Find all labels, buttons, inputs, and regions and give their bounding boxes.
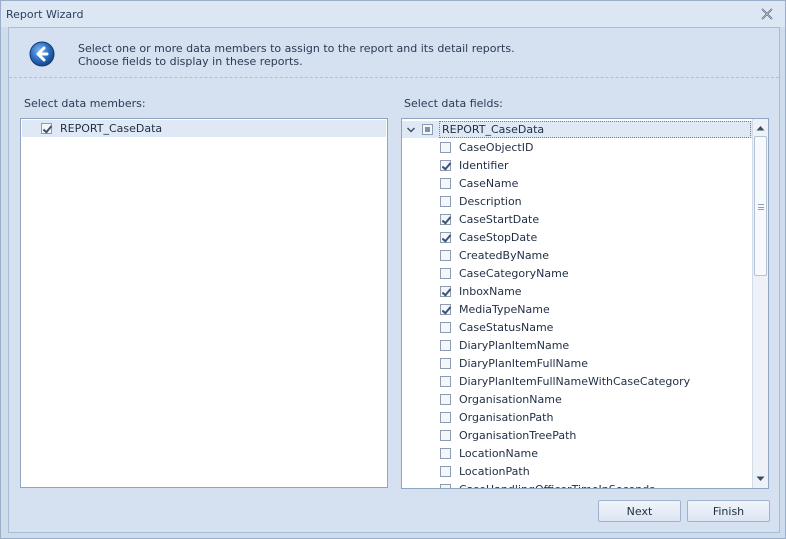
field-name: DiaryPlanItemFullNameWithCaseCategory xyxy=(459,375,691,388)
list-item[interactable]: CaseStopDate xyxy=(402,228,752,246)
wizard-content: Select one or more data members to assig… xyxy=(8,27,780,533)
field-checkbox[interactable] xyxy=(440,142,451,153)
chevron-down-icon[interactable] xyxy=(406,125,416,135)
list-item[interactable]: CaseObjectID xyxy=(402,138,752,156)
field-checkbox[interactable] xyxy=(440,394,451,405)
finish-button[interactable]: Finish xyxy=(687,500,770,522)
field-name: DiaryPlanItemName xyxy=(459,339,570,352)
field-checkbox[interactable] xyxy=(440,322,451,333)
list-item[interactable]: OrganisationPath xyxy=(402,408,752,426)
field-name: CaseCategoryName xyxy=(459,267,569,280)
list-item[interactable]: CreatedByName xyxy=(402,246,752,264)
list-item[interactable]: CaseCategoryName xyxy=(402,264,752,282)
field-checkbox[interactable] xyxy=(440,304,451,315)
field-checkbox[interactable] xyxy=(440,466,451,477)
field-checkbox[interactable] xyxy=(440,430,451,441)
field-checkbox[interactable] xyxy=(440,448,451,459)
fields-tree[interactable]: REPORT_CaseData CaseObjectID Identifier Ca… xyxy=(401,118,769,489)
field-name: CaseStartDate xyxy=(459,213,540,226)
header-line-1: Select one or more data members to assig… xyxy=(78,42,515,55)
member-name: REPORT_CaseData xyxy=(60,122,163,135)
list-item[interactable]: CaseStartDate xyxy=(402,210,752,228)
window-title: Report Wizard xyxy=(6,8,84,21)
field-name: Description xyxy=(459,195,522,208)
scrollbar-thumb[interactable] xyxy=(754,136,767,276)
field-name: CaseStatusName xyxy=(459,321,554,334)
scroll-down-icon[interactable] xyxy=(753,471,768,487)
field-checkbox[interactable] xyxy=(440,412,451,423)
list-item[interactable]: LocationName xyxy=(402,444,752,462)
wizard-header: Select one or more data members to assig… xyxy=(9,28,779,78)
field-name: OrganisationTreePath xyxy=(459,429,577,442)
field-checkbox[interactable] xyxy=(440,286,451,297)
field-checkbox[interactable] xyxy=(440,196,451,207)
field-name: LocationName xyxy=(459,447,538,460)
field-checkbox[interactable] xyxy=(440,178,451,189)
fields-tree-viewport: REPORT_CaseData CaseObjectID Identifier Ca… xyxy=(402,119,752,488)
list-item[interactable]: MediaTypeName xyxy=(402,300,752,318)
back-arrow-icon[interactable] xyxy=(29,41,55,67)
root-checkbox[interactable] xyxy=(422,124,433,135)
list-item[interactable]: OrganisationTreePath xyxy=(402,426,752,444)
field-name: OrganisationName xyxy=(459,393,562,406)
list-item[interactable]: CaseHandlingOfficerTimeInSeconds xyxy=(402,480,752,488)
field-checkbox[interactable] xyxy=(440,232,451,243)
title-bar: Report Wizard xyxy=(1,1,785,27)
list-item[interactable]: REPORT_CaseData xyxy=(22,120,386,137)
field-checkbox[interactable] xyxy=(440,268,451,279)
members-label: Select data members: xyxy=(24,97,146,110)
field-name: InboxName xyxy=(459,285,522,298)
field-name: Identifier xyxy=(459,159,509,172)
field-name: CaseObjectID xyxy=(459,141,534,154)
members-list[interactable]: REPORT_CaseData xyxy=(20,118,388,488)
grip-icon xyxy=(758,204,764,210)
member-checkbox[interactable] xyxy=(41,123,52,134)
field-checkbox[interactable] xyxy=(440,340,451,351)
field-name: OrganisationPath xyxy=(459,411,554,424)
fields-scrollbar[interactable] xyxy=(752,119,768,488)
root-name: REPORT_CaseData xyxy=(442,123,545,136)
header-instructions: Select one or more data members to assig… xyxy=(78,42,515,68)
list-item[interactable]: Description xyxy=(402,192,752,210)
list-item[interactable]: CaseName xyxy=(402,174,752,192)
field-name: LocationPath xyxy=(459,465,530,478)
fields-label: Select data fields: xyxy=(404,97,503,110)
list-item[interactable]: OrganisationName xyxy=(402,390,752,408)
field-name: DiaryPlanItemFullName xyxy=(459,357,589,370)
close-icon[interactable] xyxy=(759,7,775,21)
field-name: CaseName xyxy=(459,177,519,190)
field-checkbox[interactable] xyxy=(440,484,451,488)
next-button[interactable]: Next xyxy=(598,500,681,522)
field-checkbox[interactable] xyxy=(440,376,451,387)
list-item[interactable]: Identifier xyxy=(402,156,752,174)
header-line-2: Choose fields to display in these report… xyxy=(78,55,303,68)
list-item[interactable]: DiaryPlanItemFullNameWithCaseCategory xyxy=(402,372,752,390)
scroll-up-icon[interactable] xyxy=(753,120,768,136)
field-checkbox[interactable] xyxy=(440,214,451,225)
field-name: CaseStopDate xyxy=(459,231,538,244)
list-item[interactable]: InboxName xyxy=(402,282,752,300)
report-wizard-window: Report Wizard Select one or more data me… xyxy=(0,0,786,539)
field-name: CreatedByName xyxy=(459,249,550,262)
list-item[interactable]: LocationPath xyxy=(402,462,752,480)
field-name: MediaTypeName xyxy=(459,303,550,316)
field-checkbox[interactable] xyxy=(440,358,451,369)
list-item[interactable]: DiaryPlanItemFullName xyxy=(402,354,752,372)
list-item[interactable]: DiaryPlanItemName xyxy=(402,336,752,354)
list-item[interactable]: CaseStatusName xyxy=(402,318,752,336)
field-checkbox[interactable] xyxy=(440,250,451,261)
tree-root-row[interactable]: REPORT_CaseData xyxy=(402,121,752,138)
field-name: CaseHandlingOfficerTimeInSeconds xyxy=(459,483,655,488)
field-checkbox[interactable] xyxy=(440,160,451,171)
